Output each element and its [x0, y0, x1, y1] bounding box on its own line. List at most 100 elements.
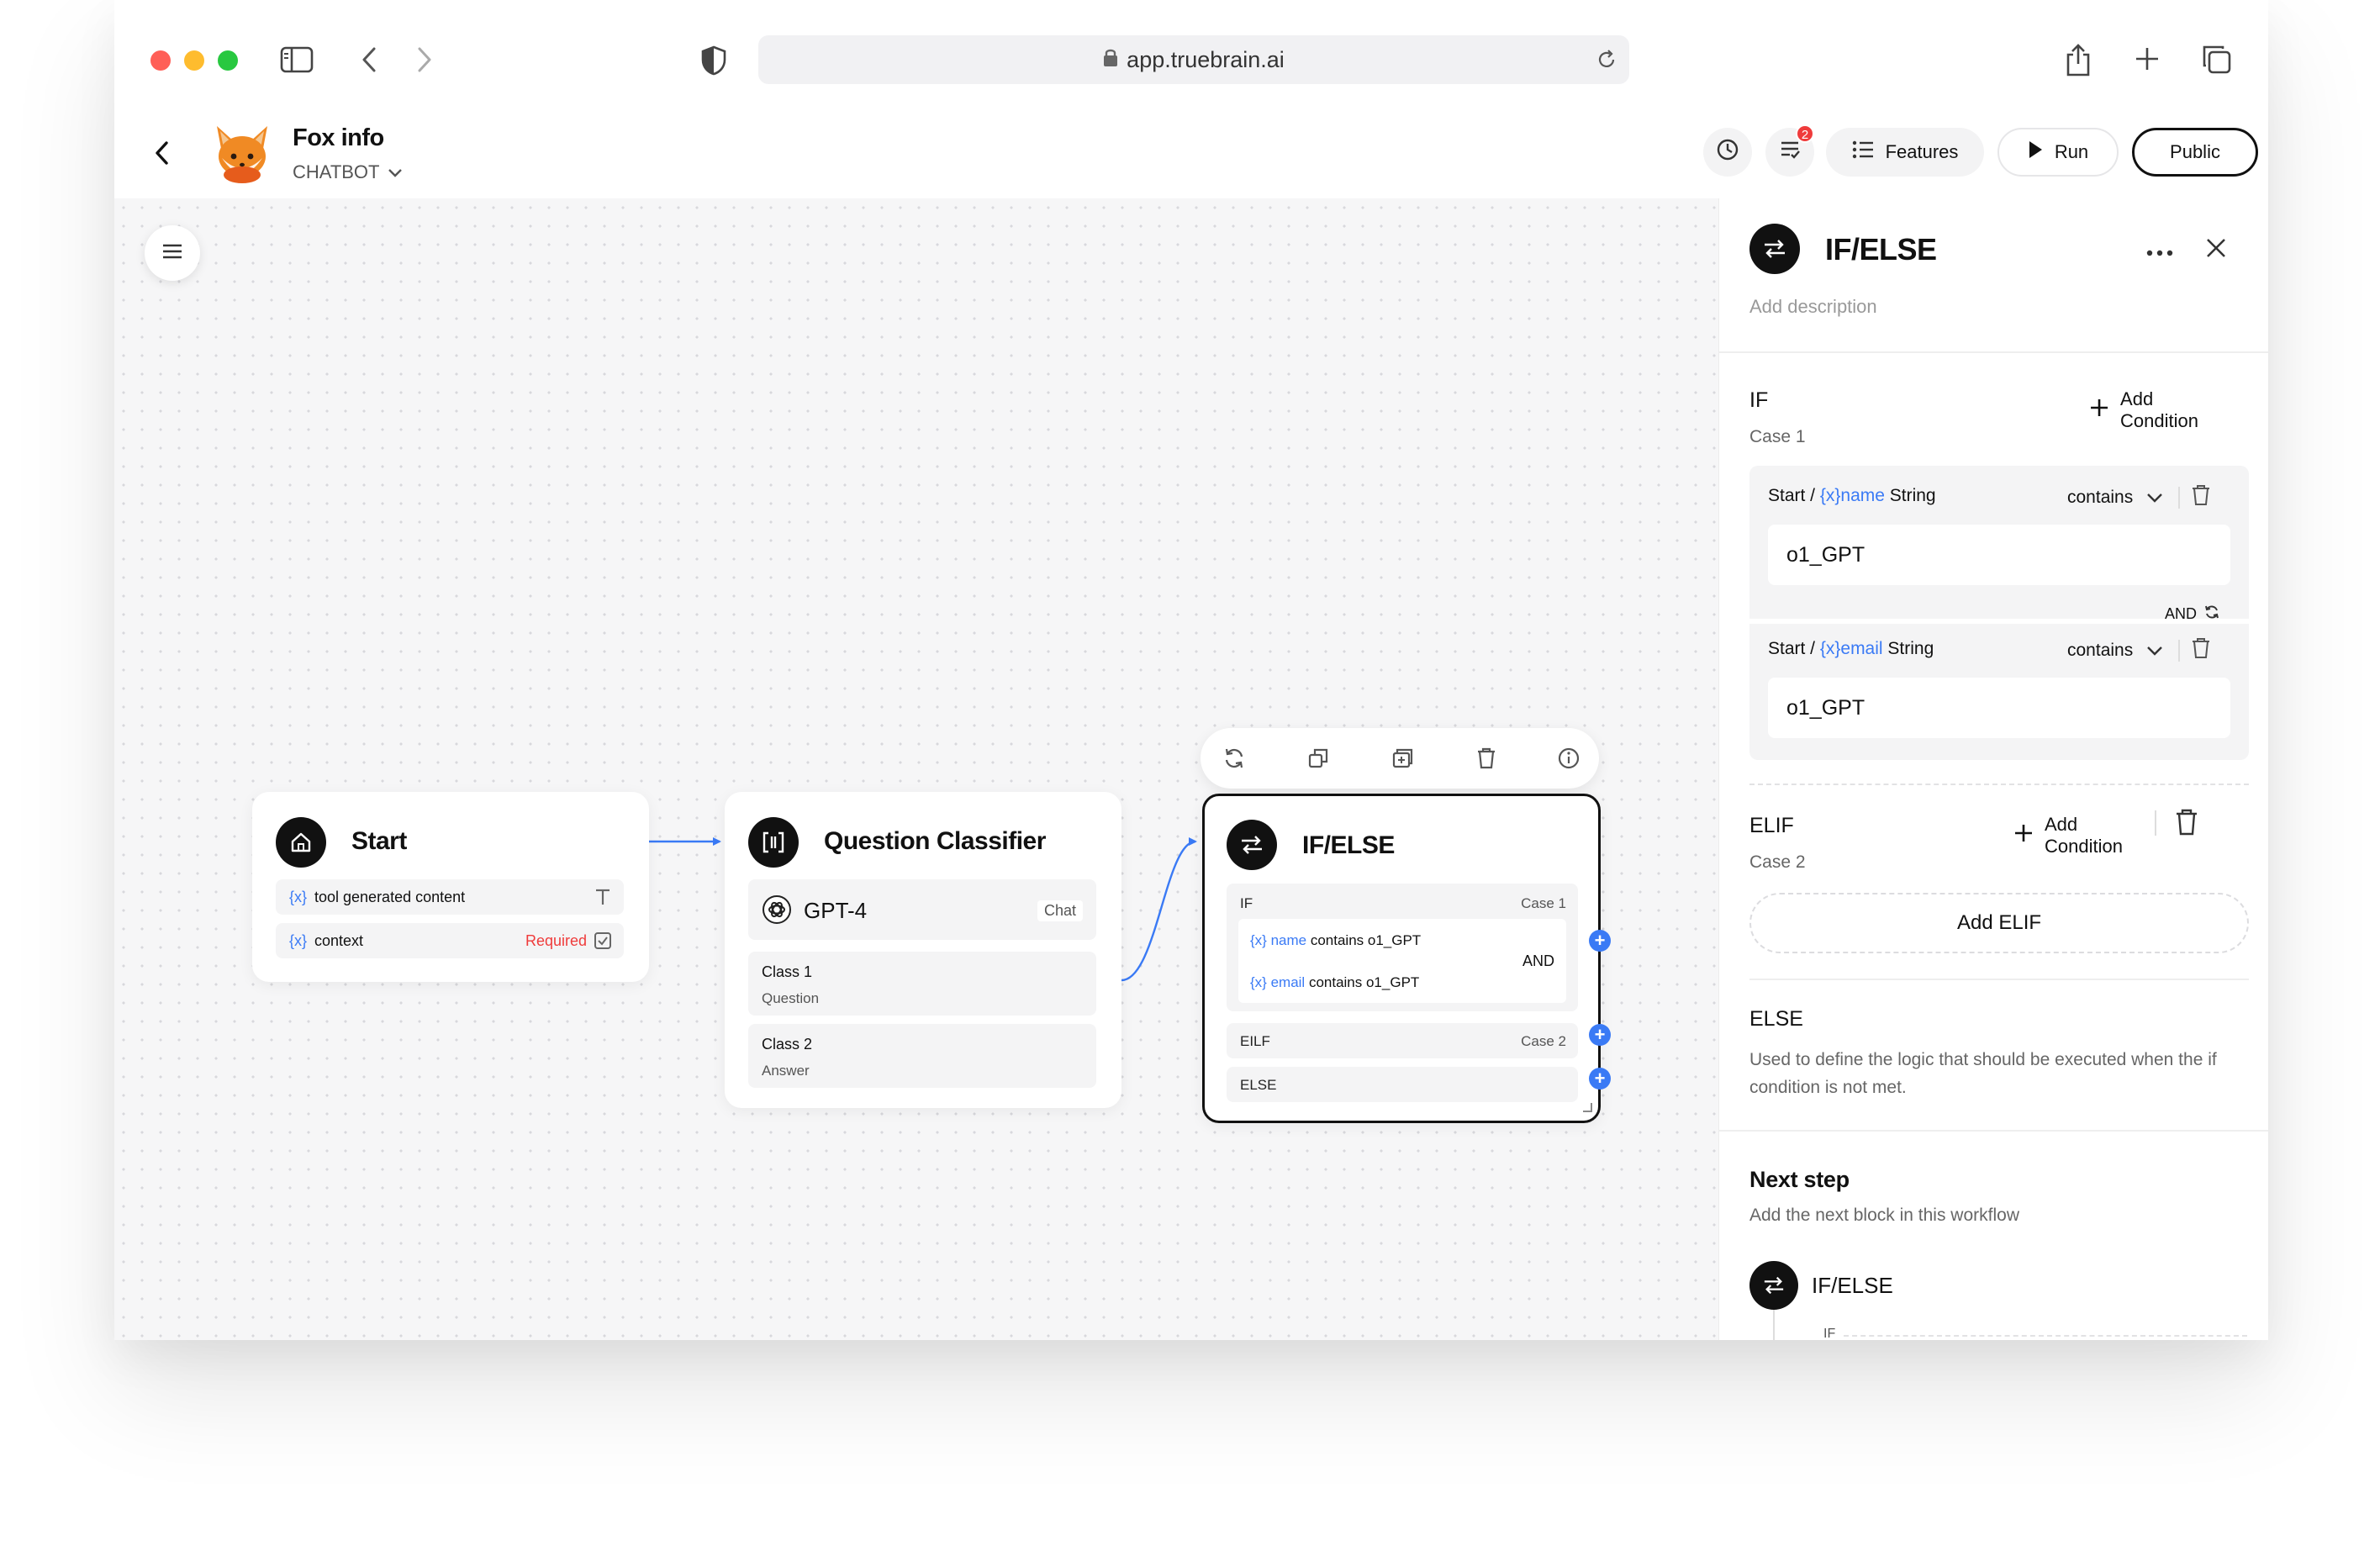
play-icon	[2028, 140, 2043, 164]
add-elif-button[interactable]: Add ELIF	[1749, 893, 2249, 953]
checklist-button[interactable]: 2	[1765, 124, 1814, 177]
node-settings-panel: IF/ELSE Add description IF Case 1 Add Co…	[1718, 198, 2268, 1340]
if-section-label: IF	[1749, 388, 1769, 412]
start-node-title: Start	[351, 827, 407, 855]
class-description: Question	[762, 990, 820, 1006]
add-condition-button[interactable]: Add Condition	[2014, 814, 2141, 857]
app-header: Fox info CHATBOT 2 Features Run Public	[114, 106, 2268, 198]
next-step-branch-label: IF	[1823, 1327, 1836, 1340]
operator-select[interactable]: contains	[2067, 637, 2210, 664]
tab-overview-icon[interactable]	[2199, 42, 2233, 76]
start-node[interactable]: Start {x} tool generated content {x} con…	[252, 792, 649, 982]
history-button[interactable]	[1703, 128, 1752, 177]
duplicate-icon[interactable]	[1391, 747, 1414, 774]
add-condition-button[interactable]: Add Condition	[2090, 388, 2198, 432]
branch-icon	[1749, 224, 1800, 274]
browser-back-icon[interactable]	[356, 44, 382, 76]
elif-section-label: ELIF	[1749, 814, 1794, 837]
maximize-window-button[interactable]	[218, 50, 238, 71]
elif-branch[interactable]: EILF Case 2	[1227, 1023, 1578, 1058]
next-step-title: Next step	[1749, 1167, 1850, 1192]
required-badge: Required	[525, 932, 587, 949]
copy-icon[interactable]	[1306, 747, 1330, 774]
trash-icon[interactable]	[2192, 484, 2210, 511]
app-type-label: CHATBOT	[293, 161, 380, 182]
app-type-dropdown[interactable]: CHATBOT	[293, 161, 403, 183]
condition-list: Start / {x}name String contains o1_GPT A…	[1749, 466, 2249, 760]
add-condition-label: Add Condition	[2045, 814, 2123, 857]
condition-source: Start / {x}email String	[1768, 639, 1934, 659]
trash-icon[interactable]	[2192, 637, 2210, 664]
history-icon	[1716, 138, 1739, 166]
condition-row: {x} email contains o1_GPT	[1250, 974, 1419, 991]
condition-variable: {x}email	[1819, 639, 1883, 658]
next-step-block[interactable]: IF/ELSE IF	[1749, 1261, 2254, 1340]
elif-output-handle[interactable]: +	[1589, 1024, 1611, 1046]
if-branch[interactable]: IF Case 1 {x} name contains o1_GPT {x} e…	[1227, 884, 1578, 1011]
condition-variable: {x}name	[1819, 486, 1885, 505]
refresh-icon[interactable]	[1222, 747, 1246, 774]
close-icon[interactable]	[2205, 237, 2227, 263]
if-else-node[interactable]: IF/ELSE IF Case 1 {x} name contains o1_G…	[1202, 794, 1601, 1123]
else-branch[interactable]: ELSE	[1227, 1067, 1578, 1102]
divider	[2155, 810, 2156, 836]
minimize-window-button[interactable]	[184, 50, 204, 71]
else-label: ELSE	[1240, 1077, 1277, 1093]
sidebar-toggle-icon[interactable]	[279, 44, 314, 76]
condition-value-input[interactable]: o1_GPT	[1768, 525, 2230, 585]
trash-icon[interactable]	[1475, 747, 1498, 774]
browser-toolbar: app.truebrain.ai	[114, 0, 2268, 106]
new-tab-icon[interactable]	[2132, 44, 2162, 74]
share-icon[interactable]	[2061, 40, 2095, 79]
next-step-block-title: IF/ELSE	[1812, 1273, 1893, 1298]
case-label: Case 1	[1521, 895, 1566, 911]
if-output-handle[interactable]: +	[1589, 930, 1611, 952]
case-label: Case 2	[1521, 1033, 1566, 1049]
more-options-icon[interactable]	[2146, 245, 2173, 261]
chevron-down-icon	[2146, 488, 2163, 508]
condition-value-input[interactable]: o1_GPT	[1768, 678, 2230, 738]
divider	[1719, 351, 2268, 353]
notification-badge: 2	[1796, 124, 1814, 143]
description-input[interactable]: Add description	[1749, 296, 1877, 318]
start-field-row[interactable]: {x} context Required	[276, 923, 624, 958]
branch-icon	[1227, 820, 1277, 870]
else-output-handle[interactable]: +	[1589, 1068, 1611, 1090]
variable-prefix: {x}	[289, 932, 308, 949]
features-button[interactable]: Features	[1826, 128, 1984, 177]
workflow-canvas[interactable]: Start {x} tool generated content {x} con…	[114, 198, 1718, 1340]
model-selector[interactable]: GPT-4 Chat	[748, 879, 1096, 940]
operator-select[interactable]: contains	[2067, 484, 2210, 511]
class-item[interactable]: Class 1 Question	[748, 952, 1096, 1016]
public-button[interactable]: Public	[2132, 128, 2258, 177]
shield-icon[interactable]	[699, 44, 729, 77]
question-classifier-node[interactable]: Question Classifier GPT-4 Chat Class 1 Q…	[725, 792, 1121, 1108]
add-condition-label: Add Condition	[2120, 388, 2198, 431]
condition-source: Start / {x}name String	[1768, 486, 1936, 506]
reload-icon[interactable]	[1596, 49, 1617, 77]
back-arrow-icon[interactable]	[150, 138, 175, 168]
divider	[1719, 1130, 2268, 1132]
condition-source-node: Start /	[1768, 639, 1820, 658]
logic-operator: AND	[1522, 952, 1554, 969]
list-icon	[1852, 140, 1874, 164]
url-text: app.truebrain.ai	[1127, 46, 1285, 72]
run-button[interactable]: Run	[1997, 128, 2119, 177]
delete-elif-icon[interactable]	[2175, 809, 2198, 840]
resize-handle-icon[interactable]	[1580, 1100, 1593, 1117]
divider	[1749, 979, 2249, 980]
text-type-icon	[594, 887, 612, 911]
info-icon[interactable]	[1557, 747, 1581, 774]
address-bar[interactable]: app.truebrain.ai	[758, 35, 1629, 84]
openai-icon	[762, 894, 792, 929]
branch-icon	[1749, 1261, 1798, 1310]
condition-text: contains o1_GPT	[1308, 974, 1420, 990]
condition-type: String	[1884, 486, 1936, 505]
class-item[interactable]: Class 2 Answer	[748, 1024, 1096, 1088]
start-field-row[interactable]: {x} tool generated content	[276, 879, 624, 915]
close-window-button[interactable]	[150, 50, 171, 71]
elif-label: EILF	[1240, 1033, 1270, 1049]
checklist-icon	[1778, 139, 1802, 166]
browser-forward-icon[interactable]	[412, 44, 437, 76]
class-description: Answer	[762, 1063, 810, 1079]
